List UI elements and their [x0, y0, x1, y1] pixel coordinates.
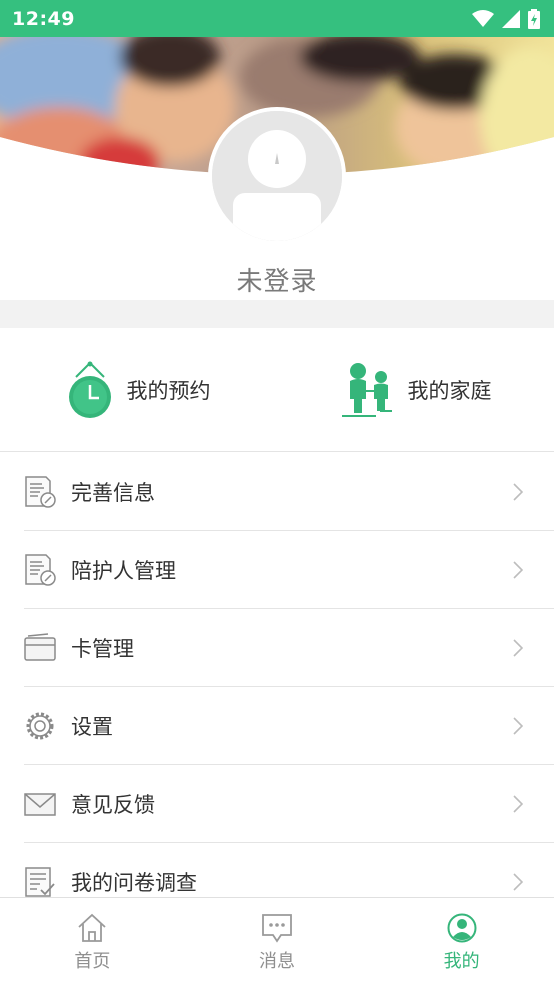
card-icon	[24, 632, 56, 664]
menu-item-feedback[interactable]: 意见反馈	[0, 765, 554, 843]
chevron-right-icon	[506, 639, 530, 657]
quick-actions: 我的预约 我的家庭	[0, 328, 554, 452]
document-edit-icon	[24, 554, 56, 586]
tab-me[interactable]: 我的	[369, 898, 554, 984]
chevron-right-icon	[506, 483, 530, 501]
signal-icon	[502, 9, 520, 28]
family-icon	[341, 362, 392, 417]
clock-icon	[68, 361, 111, 418]
user-icon	[447, 913, 477, 943]
menu-item-companion-management[interactable]: 陪护人管理	[0, 531, 554, 609]
chevron-right-icon	[506, 717, 530, 735]
document-edit-icon	[24, 476, 56, 508]
chevron-right-icon	[506, 795, 530, 813]
menu-item-label: 意见反馈	[71, 793, 155, 817]
status-time: 12:49	[12, 7, 75, 30]
menu-item-label: 设置	[71, 715, 113, 739]
envelope-icon	[24, 788, 56, 820]
chevron-right-icon	[506, 561, 530, 579]
message-icon	[262, 914, 292, 943]
tab-messages[interactable]: 消息	[185, 898, 370, 984]
menu-item-complete-info[interactable]: 完善信息	[0, 453, 554, 531]
tab-home[interactable]: 首页	[0, 898, 185, 984]
chevron-right-icon	[506, 873, 530, 891]
checklist-icon	[24, 866, 56, 898]
avatar[interactable]	[208, 107, 346, 245]
home-icon	[78, 913, 106, 942]
my-appointments-label: 我的预约	[126, 378, 211, 403]
tab-label: 消息	[259, 951, 295, 972]
tab-label: 我的	[443, 951, 480, 972]
status-bar: 12:49	[0, 0, 554, 37]
my-appointments-button[interactable]: 我的预约	[0, 328, 277, 451]
profile-header: 未登录	[0, 37, 554, 300]
menu-item-label: 陪护人管理	[71, 559, 176, 583]
my-family-button[interactable]: 我的家庭	[277, 328, 554, 451]
wifi-icon	[472, 9, 494, 27]
menu-item-settings[interactable]: 设置	[0, 687, 554, 765]
menu-item-label: 我的问卷调查	[71, 871, 197, 895]
menu-item-card-management[interactable]: 卡管理	[0, 609, 554, 687]
user-avatar-placeholder-icon	[212, 111, 342, 241]
bottom-tab-bar: 首页 消息 我的	[0, 897, 554, 984]
login-status-text[interactable]: 未登录	[0, 261, 554, 298]
status-icons	[472, 8, 540, 29]
menu-item-label: 完善信息	[71, 481, 155, 505]
menu-item-label: 卡管理	[71, 637, 134, 661]
gear-icon	[24, 710, 56, 742]
menu-list: 完善信息 陪护人管理 卡管理 设置 意见反馈 我的问卷调查	[0, 453, 554, 921]
battery-icon	[528, 8, 540, 29]
tab-label: 首页	[74, 951, 111, 972]
section-divider	[0, 300, 554, 328]
my-family-label: 我的家庭	[407, 378, 492, 403]
